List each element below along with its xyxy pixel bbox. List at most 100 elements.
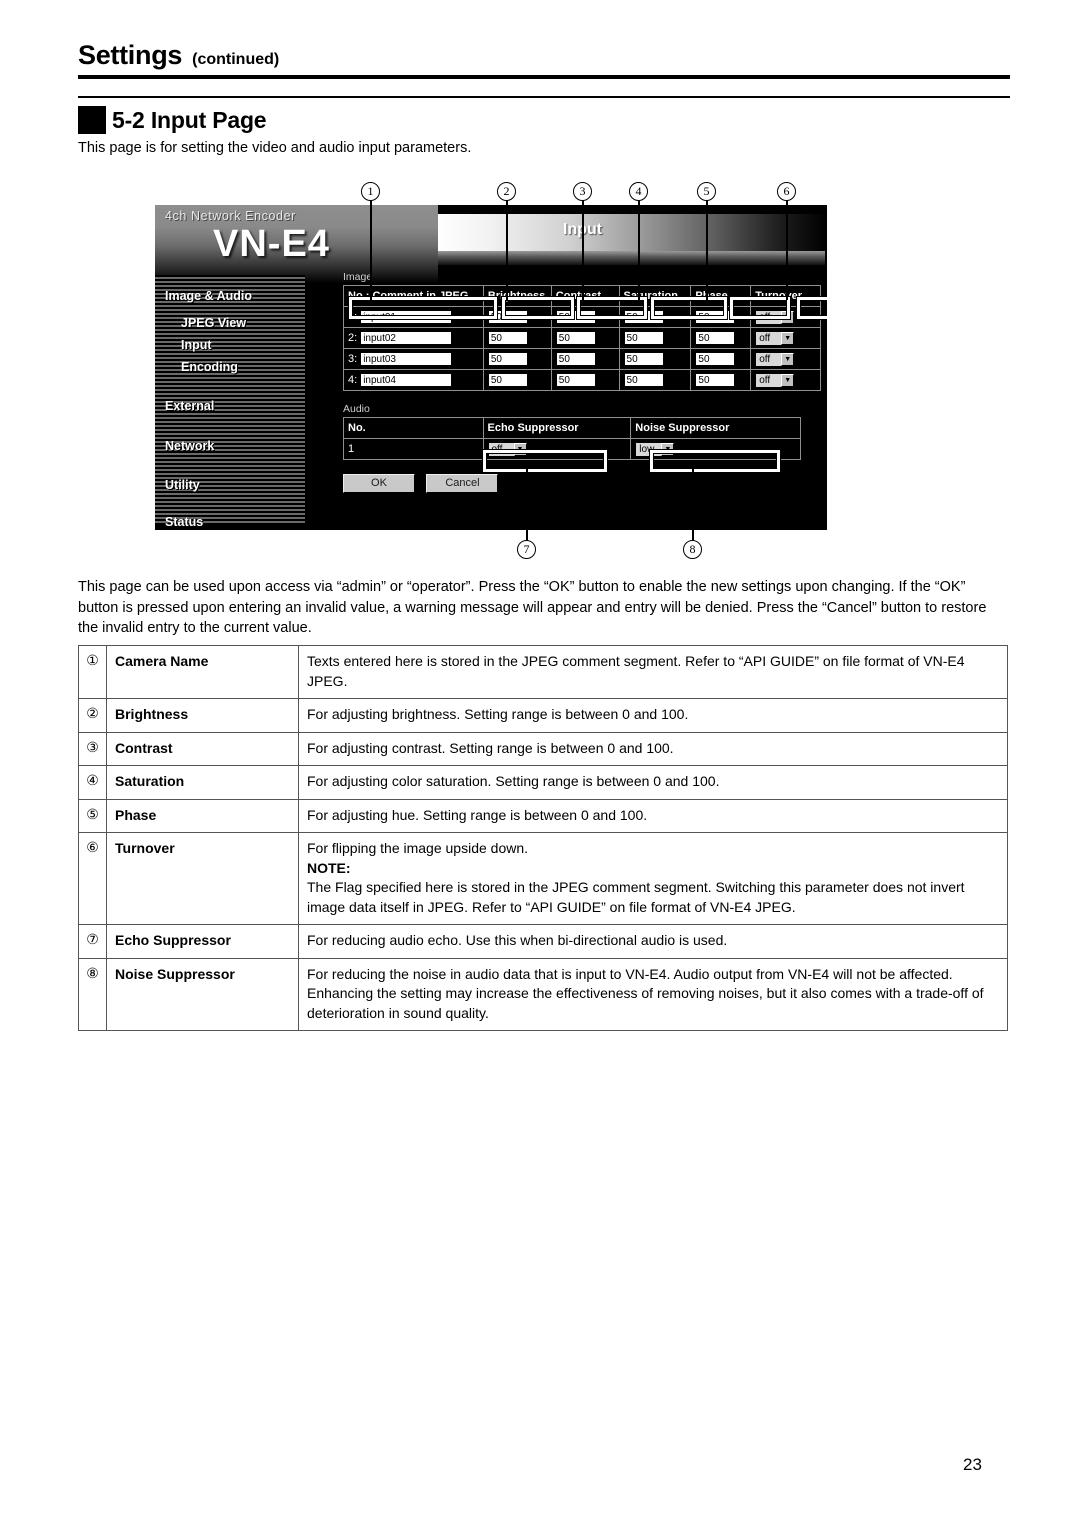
- brightness-input[interactable]: 50: [487, 352, 528, 366]
- row-callout-number: ①: [78, 645, 107, 699]
- chevron-down-icon: ▼: [781, 310, 795, 324]
- col-brightness: Brightness: [482, 285, 552, 307]
- sidebar-item-utility[interactable]: Utility: [155, 478, 305, 492]
- contrast-input[interactable]: 50: [555, 331, 596, 345]
- header-rule-thin: [78, 96, 1010, 98]
- row-description: For adjusting brightness. Setting range …: [298, 698, 1008, 733]
- sidebar-item-external[interactable]: External: [155, 399, 305, 413]
- contrast-input[interactable]: 50: [555, 352, 596, 366]
- sidebar-item-jpeg-view[interactable]: JPEG View: [155, 316, 305, 330]
- table-row: ⑥ Turnover For flipping the image upside…: [78, 832, 1008, 925]
- chevron-down-icon: ▼: [661, 442, 675, 456]
- phase-input[interactable]: 50: [695, 310, 736, 324]
- device-screenshot: 4ch Network Encoder VN-E4 Input Image & …: [155, 205, 827, 530]
- row-callout-number: ⑤: [78, 798, 107, 833]
- leader-line-5: [706, 200, 708, 300]
- row-parameter-name: Noise Suppressor: [106, 957, 299, 1031]
- note-label: NOTE:: [307, 859, 351, 876]
- leader-line-6: [786, 200, 788, 300]
- row-number: 4:: [348, 373, 358, 386]
- brightness-input[interactable]: 50: [487, 331, 528, 345]
- sidebar-item-image-audio[interactable]: Image & Audio: [155, 289, 305, 303]
- row-parameter-name: Echo Suppressor: [106, 924, 299, 959]
- camera-name-input[interactable]: input04: [360, 373, 453, 387]
- row-description: For adjusting hue. Setting range is betw…: [298, 798, 1008, 833]
- cancel-button[interactable]: Cancel: [426, 474, 499, 493]
- phase-input[interactable]: 50: [695, 352, 736, 366]
- callout-bubble-8: 8: [683, 540, 702, 559]
- contrast-input[interactable]: 50: [555, 373, 596, 387]
- saturation-input[interactable]: 50: [623, 352, 664, 366]
- turnover-select[interactable]: off ▼: [755, 351, 796, 367]
- table-row: 4: input04 50 50 50 50 off ▼: [343, 369, 821, 391]
- section-heading: 5-2 Input Page: [78, 106, 267, 134]
- device-sidebar: Image & Audio JPEG View Input Encoding E…: [155, 275, 305, 529]
- header-rule-thick: [78, 75, 1010, 79]
- device-content: Image No.: Comment in JPEG Brightness Co…: [343, 271, 821, 526]
- saturation-input[interactable]: 50: [623, 310, 664, 324]
- turnover-value: off: [759, 311, 771, 323]
- camera-name-input[interactable]: input01: [360, 310, 453, 324]
- brightness-input[interactable]: 50: [487, 310, 528, 324]
- table-row: 3: input03 50 50 50 50 off ▼: [343, 348, 821, 370]
- sidebar-item-input[interactable]: Input: [155, 338, 305, 352]
- table-row: ⑤ Phase For adjusting hue. Setting range…: [78, 798, 1008, 833]
- contrast-input[interactable]: 50: [555, 310, 596, 324]
- turnover-select[interactable]: off ▼: [755, 372, 796, 388]
- turnover-select[interactable]: off ▼: [755, 330, 796, 346]
- table-header-row: No. Echo Suppressor Noise Suppressor: [343, 417, 801, 439]
- callout-bubble-3: 3: [573, 182, 592, 201]
- row-callout-number: ⑦: [78, 924, 107, 959]
- col-comment-in-jpeg: No.: Comment in JPEG: [343, 285, 484, 307]
- section-bullet-square: [78, 106, 106, 134]
- leader-line-7: [526, 460, 528, 542]
- row-parameter-name: Camera Name: [106, 645, 299, 699]
- row-number: 3:: [348, 352, 358, 365]
- chevron-down-icon: ▼: [781, 352, 795, 366]
- device-logo-model: VN-E4: [213, 223, 330, 265]
- callout-bubble-1: 1: [361, 182, 380, 201]
- note-text: The Flag specified here is stored in the…: [307, 879, 965, 915]
- row-parameter-name: Contrast: [106, 731, 299, 766]
- camera-name-input[interactable]: input02: [360, 331, 453, 345]
- saturation-input[interactable]: 50: [623, 331, 664, 345]
- sidebar-item-network[interactable]: Network: [155, 439, 305, 453]
- callout-bubble-5: 5: [697, 182, 716, 201]
- col-noise-suppressor: Noise Suppressor: [630, 417, 801, 439]
- sidebar-item-status[interactable]: Status: [155, 515, 305, 529]
- phase-input[interactable]: 50: [695, 331, 736, 345]
- sidebar-item-encoding[interactable]: Encoding: [155, 360, 305, 374]
- image-settings-table: No.: Comment in JPEG Brightness Contrast…: [343, 285, 821, 391]
- row-description: Texts entered here is stored in the JPEG…: [298, 645, 1008, 699]
- section-title: 5-2 Input Page: [112, 106, 267, 133]
- audio-section-caption: Audio: [343, 403, 370, 415]
- row-description: For reducing audio echo. Use this when b…: [298, 924, 1008, 959]
- camera-name-input[interactable]: input03: [360, 352, 453, 366]
- col-saturation: Saturation: [618, 285, 692, 307]
- saturation-input[interactable]: 50: [623, 373, 664, 387]
- callout-bubble-2: 2: [497, 182, 516, 201]
- table-row: 2: input02 50 50 50 50 off ▼: [343, 327, 821, 349]
- leader-line-3: [582, 200, 584, 300]
- brightness-input[interactable]: 50: [487, 373, 528, 387]
- table-row: 1: input01 50 50 50 50 off ▼: [343, 306, 821, 328]
- row-description: For adjusting contrast. Setting range is…: [298, 731, 1008, 766]
- turnover-select[interactable]: off ▼: [755, 309, 796, 325]
- turnover-value: off: [759, 374, 771, 386]
- device-page-header-bar: Input: [438, 214, 827, 251]
- page-header: Settings (continued): [78, 40, 1010, 98]
- table-row: ② Brightness For adjusting brightness. S…: [78, 698, 1008, 733]
- noise-suppressor-value: low: [639, 443, 655, 455]
- row-number: 2:: [348, 331, 358, 344]
- noise-suppressor-select[interactable]: low ▼: [635, 441, 676, 457]
- echo-suppressor-select[interactable]: off ▼: [487, 441, 528, 457]
- row-description: For reducing the noise in audio data tha…: [298, 957, 1008, 1031]
- table-row: 1 off ▼ low ▼: [343, 438, 801, 460]
- row-description: For adjusting color saturation. Setting …: [298, 765, 1008, 800]
- row-description-turnover: For flipping the image upside down. NOTE…: [298, 832, 1008, 925]
- ok-button[interactable]: OK: [343, 474, 415, 493]
- row-parameter-name: Turnover: [106, 832, 299, 925]
- callout-bubble-7: 7: [517, 540, 536, 559]
- chevron-down-icon: ▼: [513, 442, 527, 456]
- phase-input[interactable]: 50: [695, 373, 736, 387]
